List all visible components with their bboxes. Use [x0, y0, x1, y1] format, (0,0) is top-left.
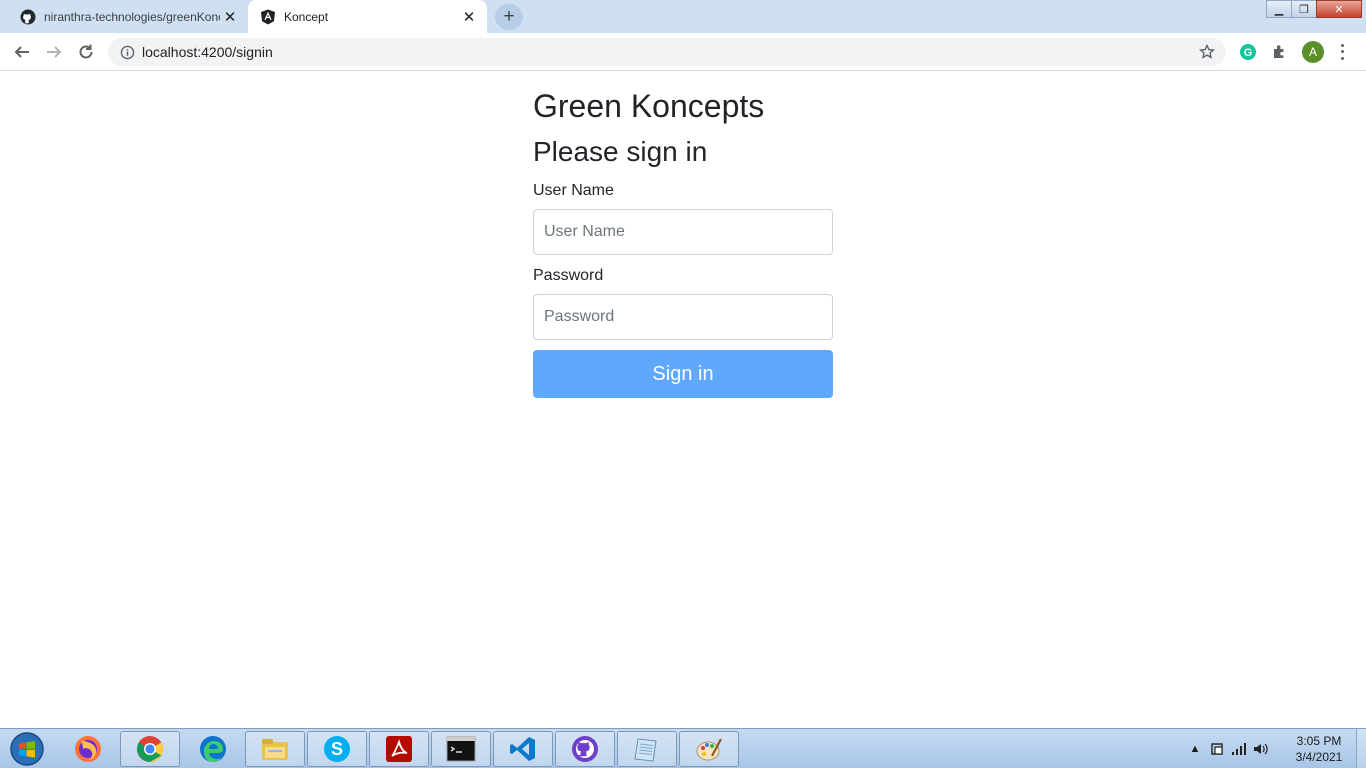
github-icon [20, 9, 36, 25]
taskbar-paint[interactable] [679, 731, 739, 767]
username-label: User Name [533, 182, 614, 200]
restore-button[interactable]: ❐ [1291, 0, 1317, 18]
taskbar-vs-code[interactable] [493, 731, 553, 767]
show-hidden-icons-icon[interactable]: ▲ [1184, 739, 1206, 759]
screen: niranthra-technologies/greenKoncepts ✕ K… [0, 0, 1366, 768]
taskbar-file-explorer[interactable] [245, 731, 305, 767]
taskbar-github-desktop[interactable] [555, 731, 615, 767]
system-clock[interactable]: 3:05 PM 3/4/2021 [1284, 733, 1354, 765]
action-center-icon[interactable] [1206, 739, 1228, 759]
angular-icon [260, 9, 276, 25]
app-title: Green Koncepts [533, 88, 765, 124]
taskbar-firefox[interactable] [58, 731, 118, 767]
terminal-icon [446, 736, 476, 762]
paint-icon [696, 738, 722, 761]
firefox-icon [75, 736, 101, 762]
svg-text:G: G [1244, 47, 1253, 59]
taskbar-acrobat[interactable] [369, 731, 429, 767]
username-input[interactable] [533, 209, 833, 256]
vscode-icon [510, 737, 535, 761]
tab-title: niranthra-technologies/greenKoncepts [44, 9, 220, 24]
url-text: localhost:4200/signin [142, 44, 273, 60]
profile-avatar[interactable]: A [1302, 41, 1324, 63]
taskbar-skype[interactable]: S [307, 731, 367, 767]
signin-form: Green Koncepts Please sign in User Name … [533, 88, 833, 399]
address-bar[interactable]: localhost:4200/signin [108, 38, 1226, 66]
notepad-icon [634, 738, 657, 762]
new-tab-button[interactable]: + [495, 4, 523, 30]
volume-icon[interactable] [1250, 739, 1272, 759]
system-tray: ▲ [1184, 729, 1272, 768]
info-icon[interactable] [119, 44, 135, 60]
close-icon[interactable]: ✕ [220, 7, 240, 27]
reload-icon [79, 44, 93, 59]
tab-koncept[interactable]: Koncept ✕ [248, 0, 487, 33]
password-input[interactable] [533, 294, 833, 341]
window-controls: ▁ ❐ ✕ [1266, 0, 1362, 20]
clock-time: 3:05 PM [1296, 734, 1342, 748]
clock-date: 3/4/2021 [1295, 750, 1343, 764]
browser-menu-icon[interactable] [1336, 42, 1348, 62]
password-label: Password [533, 267, 604, 285]
forward-arrow-icon [47, 46, 62, 58]
chrome-icon [137, 736, 164, 762]
back-arrow-icon [14, 46, 29, 58]
extensions-icon[interactable] [1270, 42, 1290, 62]
window-close-button[interactable]: ✕ [1316, 0, 1362, 18]
bookmark-star-icon[interactable] [1197, 42, 1217, 62]
skype-icon: S [324, 736, 350, 762]
acrobat-icon [386, 736, 412, 762]
form-title: Please sign in [533, 136, 708, 168]
reload-button[interactable] [72, 38, 100, 66]
grammarly-icon[interactable]: G [1238, 42, 1258, 62]
close-icon[interactable]: ✕ [459, 7, 479, 27]
back-button[interactable] [8, 38, 36, 66]
edge-icon [200, 736, 226, 762]
sign-in-button[interactable]: Sign in [533, 350, 833, 399]
folder-icon [262, 739, 288, 760]
tab-title: Koncept [284, 9, 329, 24]
start-button[interactable] [5, 730, 49, 768]
taskbar-chrome[interactable] [120, 731, 180, 767]
taskbar-command-prompt[interactable] [431, 731, 491, 767]
network-signal-icon[interactable] [1228, 739, 1250, 759]
taskbar-edge[interactable] [183, 731, 243, 767]
windows-taskbar: S ▲ 3:05 PM 3/4/2021 [0, 728, 1366, 768]
minimize-button[interactable]: ▁ [1266, 0, 1292, 18]
forward-button[interactable] [40, 38, 68, 66]
taskbar-notepad[interactable] [617, 731, 677, 767]
show-desktop-button[interactable] [1356, 729, 1366, 768]
svg-text:S: S [331, 739, 343, 759]
tab-github[interactable]: niranthra-technologies/greenKoncepts ✕ [8, 0, 248, 33]
windows-logo-icon [10, 732, 44, 766]
github-desktop-icon [572, 736, 598, 762]
page-content: Green Koncepts Please sign in User Name … [0, 71, 1366, 728]
browser-toolbar: localhost:4200/signin G A [0, 33, 1366, 71]
browser-tabstrip: niranthra-technologies/greenKoncepts ✕ K… [0, 0, 1366, 33]
